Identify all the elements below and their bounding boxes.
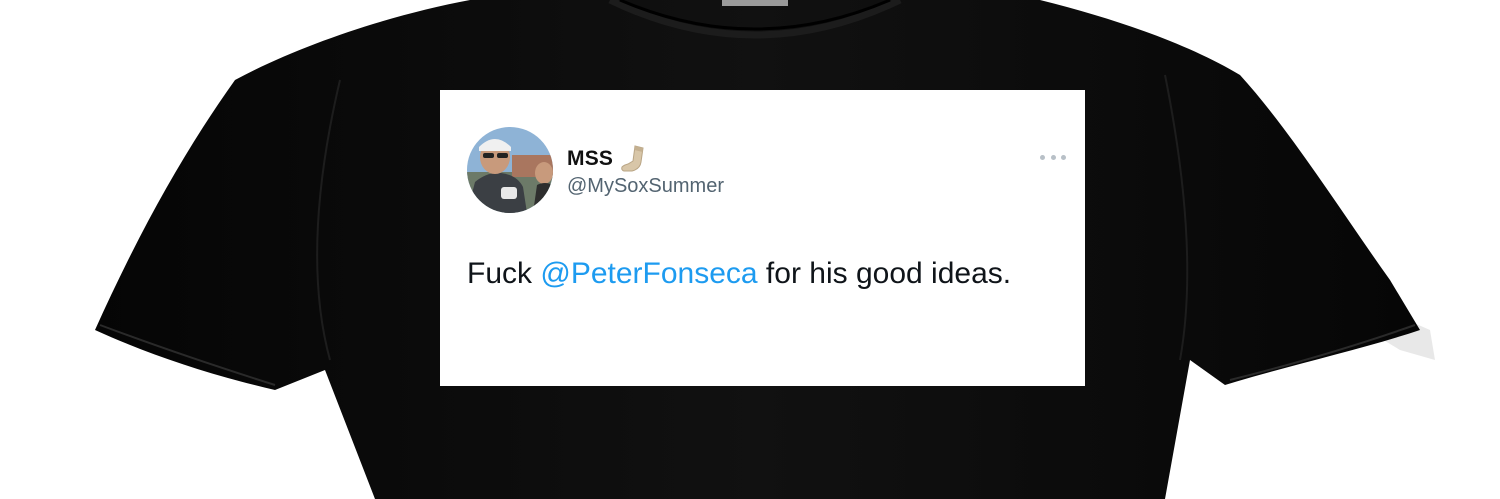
avatar[interactable] xyxy=(467,127,553,213)
mention-link[interactable]: @PeterFonseca xyxy=(540,257,757,290)
sock-icon xyxy=(621,145,644,172)
dot xyxy=(1040,154,1045,160)
ellipsis-icon[interactable] xyxy=(1040,152,1066,162)
dot xyxy=(1050,154,1056,160)
tweet-text-start: Fuck xyxy=(467,257,541,290)
tweet-text-end: for his good ideas. xyxy=(757,257,1012,290)
tweet-card: MSS @MySoxSummer Fuck @PeterFonseca for … xyxy=(440,90,1085,386)
handle[interactable]: @MySoxSummer xyxy=(567,175,724,198)
tweet-text: Fuck @PeterFonseca for his good ideas. xyxy=(467,253,1047,295)
name-row: MSS xyxy=(567,145,649,173)
display-name[interactable]: MSS xyxy=(567,147,613,171)
dot xyxy=(1061,154,1066,160)
